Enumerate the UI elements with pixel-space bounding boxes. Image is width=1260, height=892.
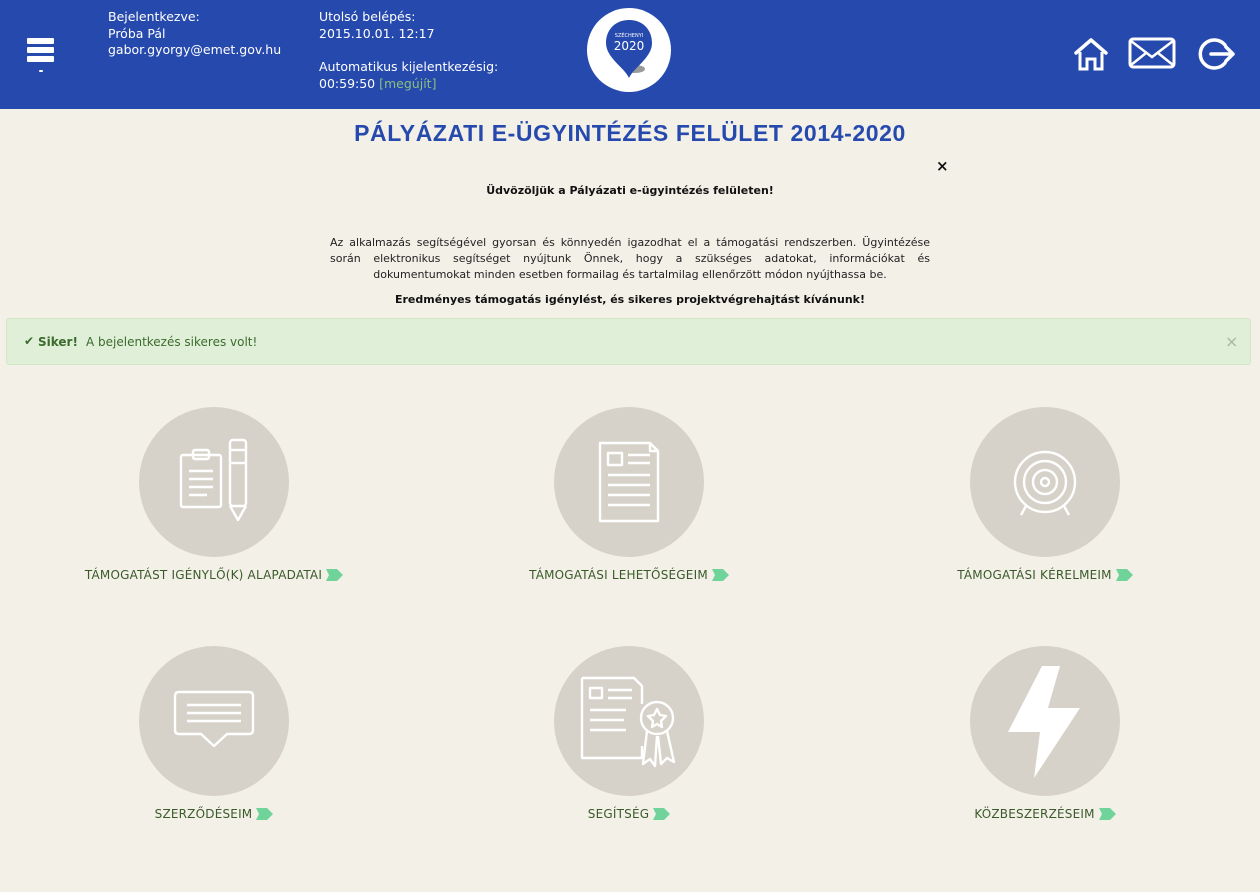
last-login-label: Utolsó belépés:: [319, 9, 416, 24]
welcome-heading: Üdvözöljük a Pályázati e-ügyintézés felü…: [486, 184, 774, 197]
renew-session-link[interactable]: [megújít]: [379, 76, 436, 91]
logo-top-text: SZÉCHENYI: [615, 31, 643, 39]
tile-icon-circle: [139, 407, 289, 557]
arrow-right-icon: [711, 569, 729, 581]
tile-public-procurement[interactable]: KÖZBESZERZÉSEIM: [895, 646, 1195, 846]
logo-year: 2020: [614, 39, 645, 53]
tile-label: KÖZBESZERZÉSEIM: [895, 807, 1195, 821]
top-header: Bejelentkezve: Próba Pál gabor.gyorgy@em…: [0, 0, 1260, 109]
tile-label: TÁMOGATÁST IGÉNYLŐ(K) ALAPADATAI: [64, 568, 364, 582]
tile-icon-circle: [554, 407, 704, 557]
arrow-right-icon: [653, 808, 671, 820]
tile-icon-circle: [139, 646, 289, 796]
certificate-icon: [580, 676, 676, 768]
success-alert: ✔ Siker! A bejelentkezés sikeres volt! ×: [6, 318, 1251, 365]
home-icon[interactable]: [1073, 36, 1109, 76]
szechenyi-2020-logo[interactable]: SZÉCHENYI 2020: [587, 8, 671, 92]
hamburger-menu-icon[interactable]: [27, 38, 54, 72]
tile-label: SEGÍTSÉG: [479, 807, 779, 821]
tile-icon-circle: [970, 407, 1120, 557]
document-icon: [598, 441, 660, 523]
page-title: PÁLYÁZATI E-ÜGYINTÉZÉS FELÜLET 2014-2020: [354, 120, 906, 146]
tile-label: TÁMOGATÁSI KÉRELMEIM: [895, 568, 1195, 582]
user-email: gabor.gyorgy@emet.gov.hu: [108, 42, 282, 57]
auto-logout-timer: 00:59:50: [319, 75, 376, 91]
tile-icon-circle: [554, 646, 704, 796]
tile-label: TÁMOGATÁSI LEHETŐSÉGEIM: [479, 568, 779, 582]
last-login-value: 2015.10.01. 12:17: [319, 25, 435, 41]
chat-bubble-icon: [173, 690, 255, 748]
user-info: Bejelentkezve: Próba Pál gabor.gyorgy@em…: [108, 9, 281, 59]
target-icon: [1013, 450, 1077, 516]
arrow-right-icon: [1098, 808, 1116, 820]
tile-contracts[interactable]: SZERZŐDÉSEIM: [64, 646, 364, 846]
welcome-close-icon[interactable]: ×: [936, 158, 949, 174]
mail-icon[interactable]: [1128, 36, 1176, 74]
arrow-right-icon: [256, 808, 274, 820]
arrow-right-icon: [1115, 569, 1133, 581]
alert-message: A bejelentkezés sikeres volt!: [86, 335, 258, 349]
welcome-wish: Eredményes támogatás igénylést, és siker…: [394, 293, 866, 306]
logged-in-label: Bejelentkezve:: [108, 9, 200, 24]
tile-label: SZERZŐDÉSEIM: [64, 807, 364, 821]
user-name: Próba Pál: [108, 25, 166, 41]
session-info: Utolsó belépés: 2015.10.01. 12:17 Automa…: [319, 9, 498, 92]
logout-icon[interactable]: [1197, 36, 1237, 76]
auto-logout-label: Automatikus kijelentkezésig:: [319, 59, 499, 74]
tile-applications[interactable]: TÁMOGATÁSI KÉRELMEIM: [895, 407, 1195, 607]
alert-close-icon[interactable]: ×: [1225, 332, 1238, 351]
tile-funding-opportunities[interactable]: TÁMOGATÁSI LEHETŐSÉGEIM: [479, 407, 779, 607]
tile-icon-circle: [970, 646, 1120, 796]
welcome-body: Az alkalmazás segítségével gyorsan és kö…: [330, 236, 930, 281]
check-icon: ✔: [24, 334, 35, 348]
lightning-icon: [1008, 666, 1080, 778]
alert-strong: Siker!: [38, 335, 78, 349]
arrow-right-icon: [326, 569, 344, 581]
tile-applicant-data[interactable]: TÁMOGATÁST IGÉNYLŐ(K) ALAPADATAI: [64, 407, 364, 607]
tile-help[interactable]: SEGÍTSÉG: [479, 646, 779, 846]
clipboard-pencil-icon: [179, 438, 248, 522]
logo-pin-icon: SZÉCHENYI 2020: [606, 20, 652, 78]
